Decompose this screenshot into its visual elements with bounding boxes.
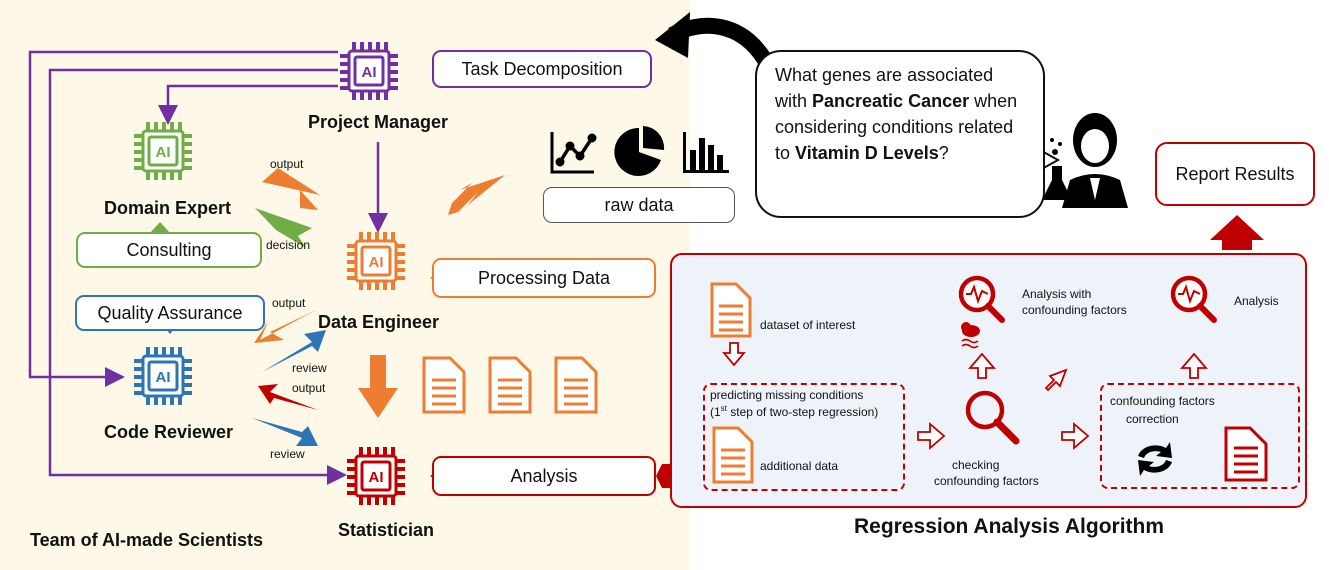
statistician-label: Statistician bbox=[338, 520, 435, 540]
algo-down-arrow bbox=[722, 342, 746, 367]
svg-text:AI: AI bbox=[369, 469, 384, 486]
output-label-3: output bbox=[292, 381, 326, 395]
bar-chart-icon bbox=[683, 132, 729, 173]
domain-expert-label: Domain Expert bbox=[104, 198, 232, 218]
domain-expert-output-arrow bbox=[262, 168, 320, 210]
project-manager-chip-icon: AI bbox=[340, 42, 398, 100]
code-reviewer-chip-icon: AI bbox=[134, 347, 192, 405]
algo-up-arrow-1 bbox=[968, 352, 996, 379]
weather-icon bbox=[961, 322, 980, 349]
cf-correction-line1: confounding factors bbox=[1110, 394, 1215, 408]
dataset-document-icon bbox=[710, 282, 752, 338]
report-results-box: Report Results bbox=[1155, 142, 1315, 206]
pm-to-statistician-line bbox=[48, 68, 347, 485]
raw-data-arrow bbox=[448, 175, 505, 215]
team-title: Team of AI-made Scientists bbox=[30, 530, 264, 550]
analysis-magnifier-icon bbox=[1170, 275, 1217, 323]
svg-text:AI: AI bbox=[362, 64, 377, 81]
processing-data-box: Processing Data bbox=[432, 258, 656, 298]
predicting-line2-pre: (1 bbox=[710, 405, 721, 419]
raw-data-box: raw data bbox=[543, 187, 735, 223]
algo-right-arrow-1 bbox=[917, 422, 946, 450]
project-manager-label: Project Manager bbox=[308, 112, 449, 132]
data-engineer-label: Data Engineer bbox=[318, 312, 440, 332]
review-arrow-2 bbox=[252, 418, 318, 446]
line-chart-icon bbox=[550, 132, 597, 174]
domain-expert-chip-icon: AI bbox=[134, 122, 192, 180]
analysis-cf-line2: confounding factors bbox=[1022, 303, 1127, 317]
checking-line2: confounding factors bbox=[934, 474, 1039, 488]
data-engineer-chip-icon: AI bbox=[347, 232, 405, 290]
to-report-arrow bbox=[1210, 215, 1264, 250]
algo-up-arrow-2 bbox=[1180, 352, 1208, 379]
algorithm-to-analysis-arrow bbox=[656, 464, 672, 488]
output-label-1: output bbox=[270, 157, 304, 171]
additional-data-label: additional data bbox=[760, 459, 839, 473]
algorithm-title: Regression Analysis Algorithm bbox=[854, 515, 1165, 538]
cf-correction-line2: correction bbox=[1126, 412, 1179, 426]
predicting-line2: (1st step of two-step regression) bbox=[710, 404, 878, 419]
predicting-line2-post: step of two-step regression) bbox=[726, 405, 879, 419]
question-bubble: What genes are associated with Pancreati… bbox=[755, 50, 1045, 218]
checking-magnifier-icon bbox=[965, 390, 1020, 445]
analysis-label: Analysis bbox=[1234, 294, 1279, 308]
processed-document-icons bbox=[422, 356, 598, 414]
review-label-1: review bbox=[292, 361, 327, 375]
de-to-statistician-arrow bbox=[358, 355, 398, 418]
statistician-chip-icon: AI bbox=[347, 447, 405, 505]
review-label-2: review bbox=[270, 447, 305, 461]
question-text-3: ? bbox=[938, 143, 949, 163]
dataset-of-interest-label: dataset of interest bbox=[760, 318, 856, 332]
code-reviewer-label: Code Reviewer bbox=[104, 422, 234, 442]
quality-assurance-box: Quality Assurance bbox=[75, 295, 265, 331]
algo-right-arrow-2 bbox=[1061, 422, 1090, 450]
algo-diag-arrow bbox=[1044, 368, 1068, 392]
svg-text:AI: AI bbox=[369, 254, 384, 271]
svg-text:AI: AI bbox=[156, 144, 171, 161]
analysis-box: Analysis bbox=[432, 456, 656, 496]
analysis-cf-line1: Analysis with bbox=[1022, 287, 1092, 301]
checking-line1: checking bbox=[952, 458, 1000, 472]
decision-label: decision bbox=[266, 238, 311, 252]
task-decomposition-box: Task Decomposition bbox=[432, 50, 652, 88]
predicting-line1: predicting missing conditions bbox=[710, 388, 864, 402]
analysis-cf-magnifier-icon bbox=[958, 275, 1005, 323]
question-bold-2: Vitamin D Levels bbox=[795, 143, 939, 163]
pie-chart-icon bbox=[614, 126, 665, 176]
output-label-2: output bbox=[272, 296, 306, 310]
svg-text:AI: AI bbox=[156, 369, 171, 386]
consulting-box: Consulting bbox=[76, 232, 262, 268]
question-bold-1: Pancreatic Cancer bbox=[812, 91, 970, 111]
